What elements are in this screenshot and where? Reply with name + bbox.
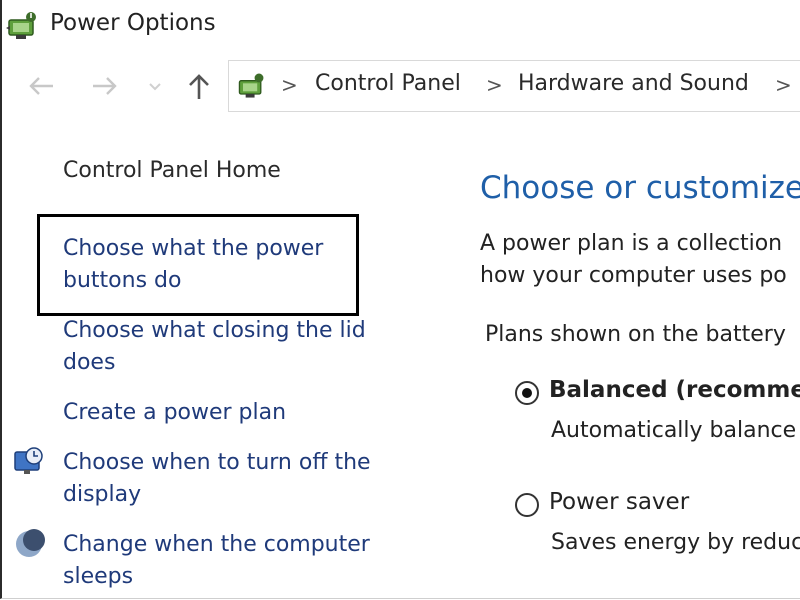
page-description: A power plan is a collection how your co…: [480, 228, 787, 292]
link-line: Choose what closing the lid: [63, 318, 366, 343]
display-clock-icon: [14, 447, 43, 474]
recent-locations-button[interactable]: [140, 66, 170, 106]
back-button[interactable]: [24, 66, 58, 106]
control-panel-home-link[interactable]: Control Panel Home: [63, 155, 393, 187]
arrow-left-icon: [29, 77, 53, 95]
power-saver-plan-radio[interactable]: [515, 493, 539, 517]
balanced-plan-radio[interactable]: [515, 381, 539, 405]
description-line: A power plan is a collection: [480, 231, 783, 256]
radio-selected-dot: [522, 388, 532, 398]
breadcrumb-separator: >: [486, 73, 503, 97]
address-bar[interactable]: > Control Panel > Hardware and Sound >: [228, 60, 800, 112]
balanced-plan-name[interactable]: Balanced (recommen: [549, 377, 800, 403]
power-saver-plan-description: Saves energy by reduc: [551, 530, 800, 555]
up-button[interactable]: [182, 66, 216, 106]
balanced-plan-description: Automatically balance: [551, 418, 797, 443]
arrow-up-icon: [189, 74, 209, 99]
link-line: buttons do: [63, 268, 182, 293]
create-power-plan-link[interactable]: Create a power plan: [63, 397, 393, 429]
plans-shown-label: Plans shown on the battery: [485, 322, 786, 347]
forward-button[interactable]: [88, 66, 122, 106]
link-line: Create a power plan: [63, 400, 287, 425]
page-heading: Choose or customize: [480, 170, 800, 206]
power-saver-plan-name[interactable]: Power saver: [549, 489, 689, 515]
breadcrumb-separator: >: [775, 73, 792, 97]
link-line: Choose when to turn off the: [63, 450, 371, 475]
chevron-down-icon: [149, 83, 161, 91]
link-line: Choose what the power: [63, 236, 324, 261]
moon-sleep-icon: [16, 529, 45, 557]
change-computer-sleeps-link[interactable]: Change when the computer sleeps: [63, 529, 393, 593]
link-line: sleeps: [63, 564, 134, 589]
window-title: Power Options: [50, 10, 216, 36]
choose-power-buttons-link[interactable]: Choose what the power buttons do: [63, 233, 393, 297]
choose-turn-off-display-link[interactable]: Choose when to turn off the display: [63, 447, 393, 511]
breadcrumb-hardware-and-sound[interactable]: Hardware and Sound: [518, 71, 749, 96]
power-options-icon: [6, 12, 36, 39]
control-panel-icon: [238, 73, 264, 98]
title-bar: Power Options: [0, 0, 800, 52]
navigation-bar: > Control Panel > Hardware and Sound >: [0, 56, 800, 116]
link-line: display: [63, 482, 142, 507]
breadcrumb-separator: >: [281, 73, 298, 97]
link-line: does: [63, 350, 116, 375]
arrow-right-icon: [93, 77, 117, 95]
description-line: how your computer uses po: [480, 263, 787, 288]
breadcrumb-control-panel[interactable]: Control Panel: [315, 71, 461, 96]
link-line: Change when the computer: [63, 532, 370, 557]
choose-closing-lid-link[interactable]: Choose what closing the lid does: [63, 315, 393, 379]
